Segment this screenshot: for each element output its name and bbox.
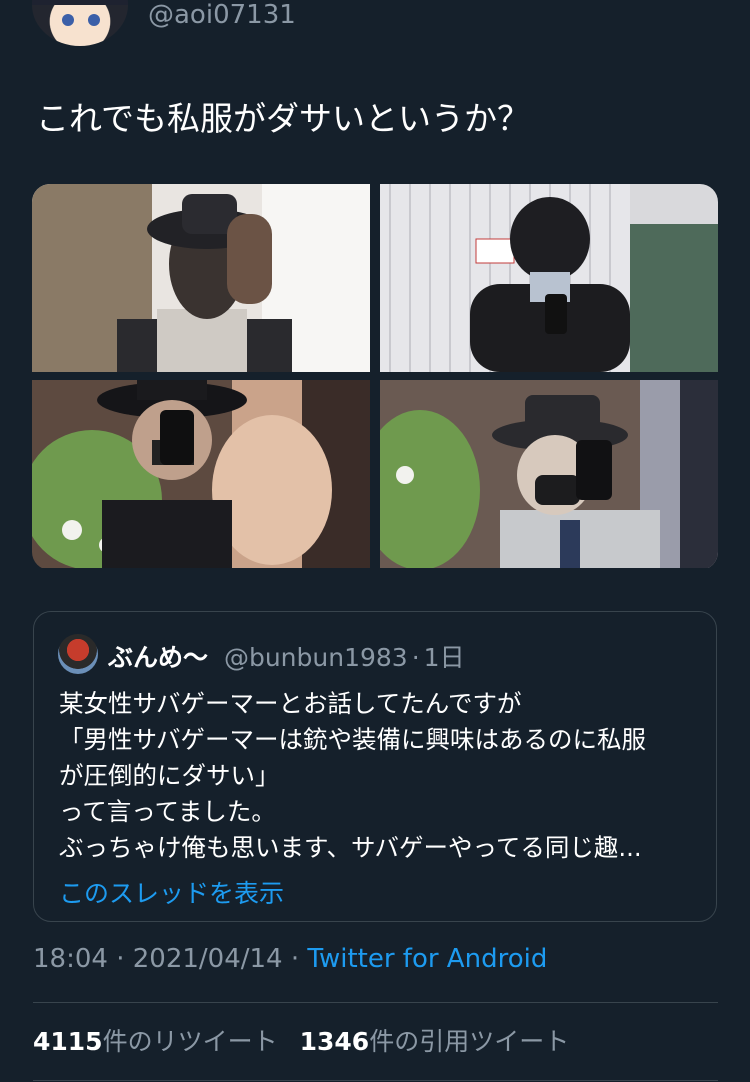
tweet-text: これでも私服がダサいというか？ [36,99,531,138]
meta-separator: · [116,944,125,974]
tweet-stats: 4115件のリツイート 1346件の引用ツイート [33,1022,569,1058]
tweet-meta: 18:04 · 2021/04/14 · Twitter for Android [33,944,547,974]
quoted-text-line: 某女性サバゲーマーとお話してたんですが [59,689,522,718]
quoted-author-avatar[interactable] [58,634,98,674]
author-handle[interactable]: @aoi07131 [148,0,296,30]
media-grid [32,184,718,570]
quoted-author-handle: @bunbun1983 [223,643,408,672]
quoted-text: 某女性サバゲーマーとお話してたんですが 「男性サバゲーマーは銃や装備に興味はある… [59,686,699,866]
quotes-stat[interactable]: 1346件の引用ツイート [300,1027,570,1056]
tweet-date: 2021/04/14 [132,944,283,974]
tweet-photo[interactable] [380,380,718,568]
tweet-time: 18:04 [33,944,108,974]
tweet-photo[interactable] [380,184,718,372]
retweets-stat[interactable]: 4115件のリツイート [33,1027,278,1056]
quoted-age: 1日 [423,643,465,672]
quoted-tweet[interactable]: ぶんめ〜 @bunbun1983 · 1日 某女性サバゲーマーとお話してたんですが … [33,611,717,922]
tweet-photo[interactable] [32,380,370,568]
retweets-label: 件のリツイート [102,1027,278,1056]
retweets-count: 4115 [33,1027,103,1056]
tweet-photo[interactable] [32,184,370,372]
divider [33,1080,718,1081]
meta-separator: · [290,944,300,974]
quoted-author-name: ぶんめ〜 [108,643,209,672]
meta-separator: · [411,643,420,672]
quoted-text-line: が圧倒的にダサい」 [59,761,280,790]
tweet-source-link[interactable]: Twitter for Android [307,944,547,974]
quoted-text-line: ぶっちゃけ俺も思います、サバゲーやってる同じ趣... [59,833,642,862]
show-thread-link[interactable]: このスレッドを表示 [59,874,284,910]
quotes-count: 1346 [299,1027,370,1056]
quoted-text-line: って言ってました。 [59,797,276,826]
quoted-text-line: 「男性サバゲーマーは銃や装備に興味はあるのに私服 [59,725,647,754]
quoted-header: ぶんめ〜 @bunbun1983 · 1日 [108,638,465,674]
author-avatar[interactable] [32,0,128,46]
divider [33,1002,718,1003]
quotes-label: 件の引用ツイート [369,1027,570,1056]
